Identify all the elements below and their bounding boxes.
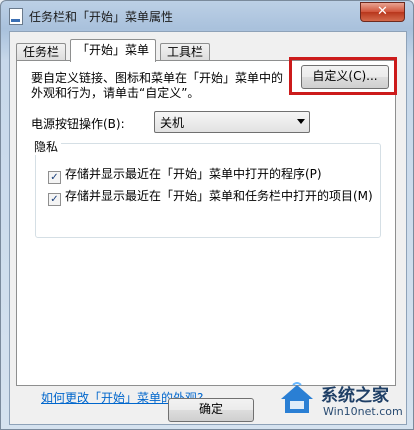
start-menu-tab-panel: 要自定义链接、图标和菜单在「开始」菜单中的外观和行为，请单击“自定义”。 自定义…: [16, 57, 397, 405]
tab-toolbars[interactable]: 工具栏: [160, 43, 211, 61]
recent-items-label: 存储并显示最近在「开始」菜单和任务栏中打开的项目(M): [65, 189, 373, 203]
checkmark-icon: ✓: [48, 171, 61, 184]
tab-taskbar[interactable]: 任务栏: [16, 43, 67, 61]
recent-programs-checkbox[interactable]: ✓ 存储并显示最近在「开始」菜单中打开的程序(P): [48, 165, 322, 184]
dialog-client-area: 任务栏 「开始」菜单 工具栏 要自定义链接、图标和菜单在「开始」菜单中的外观和行…: [9, 31, 407, 425]
ok-button[interactable]: 确定: [168, 398, 254, 422]
tab-start-menu[interactable]: 「开始」菜单: [70, 39, 157, 62]
recent-programs-label: 存储并显示最近在「开始」菜单中打开的程序(P): [65, 167, 322, 181]
chevron-down-icon: [297, 119, 305, 124]
watermark: 系统之家 Win10net.com: [271, 371, 411, 427]
close-button[interactable]: ✕: [360, 2, 405, 22]
watermark-site: Win10net.com: [323, 405, 403, 418]
watermark-brand: 系统之家: [321, 386, 389, 406]
privacy-group-title: 隐私: [31, 138, 62, 155]
intro-text: 要自定义链接、图标和菜单在「开始」菜单中的外观和行为，请单击“自定义”。: [31, 71, 284, 100]
recent-items-checkbox[interactable]: ✓ 存储并显示最近在「开始」菜单和任务栏中打开的项目(M): [48, 187, 373, 206]
taskbar-properties-icon: [9, 8, 23, 25]
title-bar[interactable]: 任务栏和「开始」菜单属性 ✕: [1, 1, 413, 31]
house-logo-icon: [281, 382, 313, 413]
checkmark-icon: ✓: [48, 193, 61, 206]
customize-button[interactable]: 自定义(C)...: [301, 65, 389, 89]
power-button-action-select[interactable]: 关机: [154, 111, 310, 133]
power-button-label: 电源按钮操作(B):: [31, 117, 125, 131]
properties-dialog: 任务栏和「开始」菜单属性 ✕ 任务栏 「开始」菜单 工具栏 要自定义链接、图标和…: [0, 0, 414, 430]
power-button-value: 关机: [160, 116, 185, 130]
window-title: 任务栏和「开始」菜单属性: [29, 10, 174, 24]
